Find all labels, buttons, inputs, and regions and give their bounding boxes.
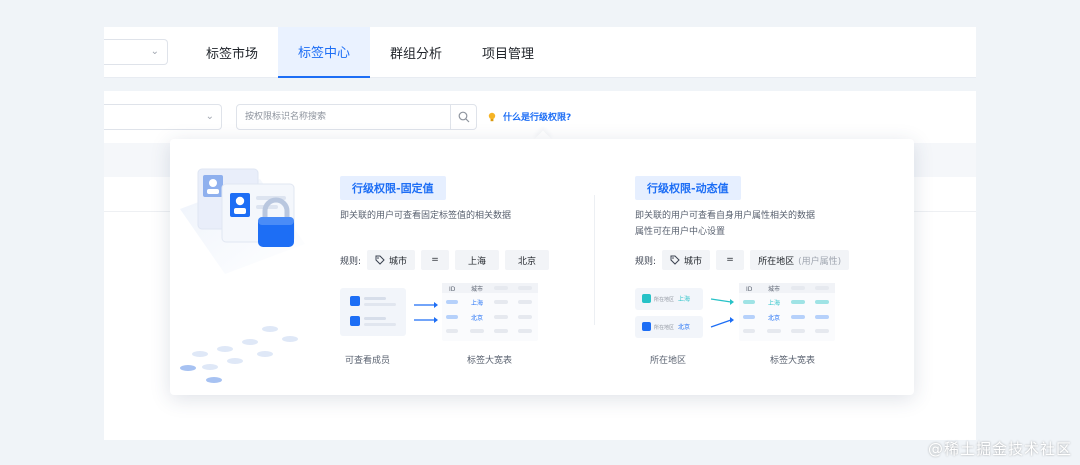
table-col-city: 城市 bbox=[768, 285, 780, 293]
search-box bbox=[236, 104, 477, 130]
rule-field: 城市 bbox=[389, 256, 408, 267]
project-select[interactable]: ⌄ bbox=[104, 39, 168, 65]
dynamic-value-description: 即关联的用户可查看自身用户属性相关的数据 属性可在用户中心设置 bbox=[635, 208, 815, 240]
user-attr-value-shanghai: 上海 bbox=[678, 295, 690, 303]
rule-field: 城市 bbox=[684, 256, 703, 267]
help-link-label: 什么是行级权限? bbox=[503, 113, 572, 123]
tab-tag-market[interactable]: 标签市场 bbox=[186, 27, 278, 78]
tab-group-analysis[interactable]: 群组分析 bbox=[370, 27, 462, 78]
permission-illustration bbox=[180, 168, 305, 383]
rule-value-region: 所在地区 (用户属性) bbox=[750, 250, 850, 270]
search-icon bbox=[458, 111, 469, 123]
table-value-shanghai: 上海 bbox=[471, 299, 483, 307]
user-attr-label: 所在地区 bbox=[654, 296, 674, 303]
user-attr-value-beijing: 北京 bbox=[678, 323, 690, 331]
table-value-beijing: 北京 bbox=[768, 314, 780, 322]
top-nav-bar: ⌄ 标签市场 标签中心 群组分析 项目管理 bbox=[104, 27, 976, 78]
rule-label: 规则: bbox=[635, 256, 657, 267]
dynamic-value-title: 行级权限-动态值 bbox=[635, 176, 741, 200]
dynamic-value-rule: 规则: 城市 = 所在地区 (用户属性) bbox=[635, 250, 850, 270]
fixed-value-title: 行级权限-固定值 bbox=[340, 176, 446, 200]
table-value-beijing: 北京 bbox=[471, 314, 483, 322]
row-permission-help-link[interactable]: 什么是行级权限? bbox=[487, 110, 571, 123]
fixed-value-description: 即关联的用户可查看固定标签值的相关数据 bbox=[340, 211, 512, 221]
rule-value-beijing: 北京 bbox=[505, 250, 550, 270]
description-line: 即关联的用户可查看自身用户属性相关的数据 bbox=[635, 211, 816, 221]
table-col-id: ID bbox=[449, 286, 456, 293]
user-attr-label: 所在地区 bbox=[654, 324, 674, 331]
dynamic-value-diagram: 所在地区 上海 所在地区 北京 ID 城市 上海 北京 bbox=[635, 283, 835, 341]
fixed-value-rule: 规则: 城市 = 上海 北京 bbox=[340, 250, 550, 270]
dynamic-right-caption: 标签大宽表 bbox=[770, 356, 816, 366]
table-col-id: ID bbox=[746, 286, 753, 293]
table-col-city: 城市 bbox=[471, 285, 483, 293]
chevron-down-icon: ⌄ bbox=[150, 46, 159, 57]
tag-icon bbox=[375, 255, 385, 265]
table-value-shanghai: 上海 bbox=[768, 299, 780, 307]
lightbulb-icon bbox=[488, 112, 496, 121]
description-line: 属性可在用户中心设置 bbox=[635, 227, 726, 237]
section-divider bbox=[594, 195, 595, 325]
fixed-value-diagram: ID 城市 上海 北京 bbox=[340, 283, 538, 341]
fixed-value-section: 行级权限-固定值 即关联的用户可查看固定标签值的相关数据 bbox=[340, 176, 511, 224]
tab-project-management[interactable]: 项目管理 bbox=[462, 27, 554, 78]
filter-select[interactable]: ⌄ bbox=[104, 104, 222, 130]
search-input[interactable] bbox=[237, 105, 450, 129]
search-button[interactable] bbox=[450, 105, 476, 129]
fixed-right-caption: 标签大宽表 bbox=[467, 356, 513, 366]
dynamic-value-section: 行级权限-动态值 即关联的用户可查看自身用户属性相关的数据 属性可在用户中心设置 bbox=[635, 176, 815, 240]
rule-operator: = bbox=[716, 250, 745, 270]
rule-value-hint: (用户属性) bbox=[798, 256, 842, 267]
fixed-left-caption: 可查看成员 bbox=[345, 356, 391, 366]
rule-label: 规则: bbox=[340, 256, 362, 267]
row-permission-popover: 行级权限-固定值 即关联的用户可查看固定标签值的相关数据 规则: 城市 = 上海… bbox=[170, 139, 914, 395]
rule-value-shanghai: 上海 bbox=[455, 250, 500, 270]
nav-tabs: 标签市场 标签中心 群组分析 项目管理 bbox=[186, 27, 554, 78]
dynamic-left-caption: 所在地区 bbox=[650, 356, 687, 366]
rule-field-chip: 城市 bbox=[367, 250, 416, 270]
tab-tag-center[interactable]: 标签中心 bbox=[278, 27, 371, 78]
chevron-down-icon: ⌄ bbox=[205, 111, 214, 122]
rule-field-chip: 城市 bbox=[662, 250, 711, 270]
watermark: @稀土掘金技术社区 bbox=[927, 440, 1072, 458]
rule-operator: = bbox=[421, 250, 450, 270]
tag-icon bbox=[670, 255, 680, 265]
rule-value: 所在地区 bbox=[758, 256, 795, 267]
